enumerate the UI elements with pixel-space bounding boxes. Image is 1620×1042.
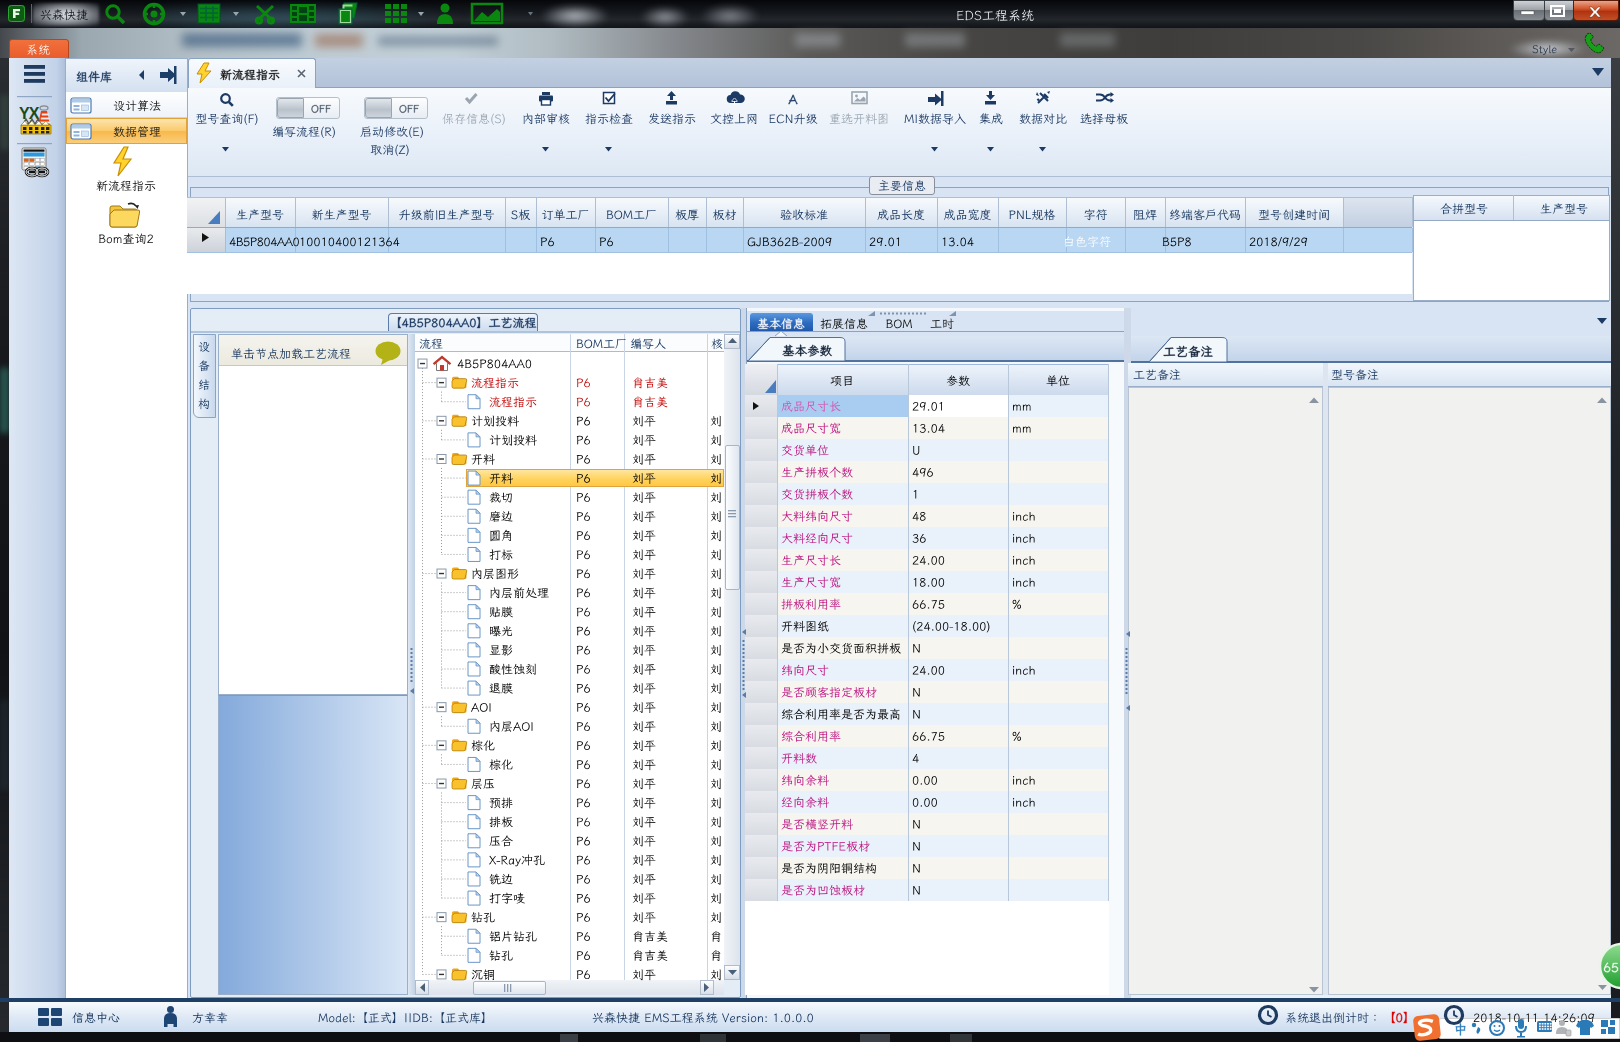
svg-text:YX: YX xyxy=(19,105,40,122)
